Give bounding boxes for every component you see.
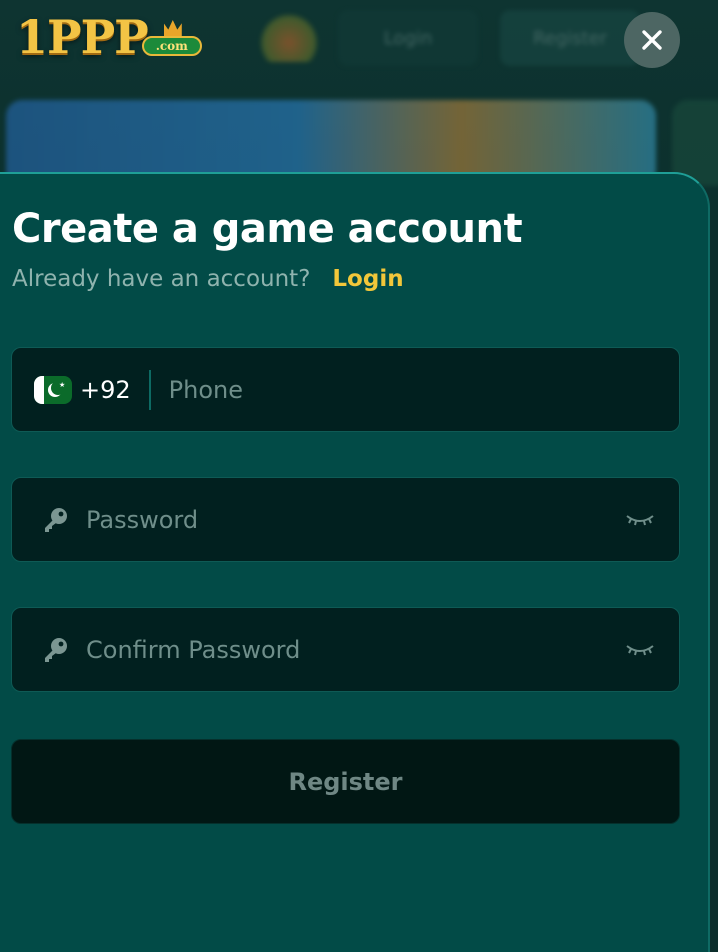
close-button[interactable] (624, 12, 680, 68)
register-button[interactable]: Register (11, 739, 680, 824)
close-icon (642, 30, 662, 50)
dialog-title: Create a game account (12, 206, 523, 252)
eye-closed-icon[interactable] (625, 510, 655, 530)
key-icon (40, 634, 72, 666)
phone-field: ★ +92 (11, 347, 680, 432)
eye-closed-icon[interactable] (625, 640, 655, 660)
register-page: 1PPP .com Login Register Create a game a… (0, 0, 718, 952)
login-prompt-text: Already have an account? (12, 266, 311, 292)
header-login-button: Login (338, 10, 478, 66)
login-prompt: Already have an account? Login (12, 266, 404, 292)
gift-icon (258, 14, 320, 62)
register-sheet: Create a game account Already have an ac… (0, 172, 710, 952)
pakistan-flag-icon[interactable]: ★ (34, 375, 72, 404)
site-logo: 1PPP .com (16, 8, 202, 66)
confirm-password-field (11, 607, 680, 692)
crown-icon (163, 20, 182, 36)
phone-input[interactable] (168, 348, 679, 431)
password-input[interactable] (86, 478, 625, 561)
password-field (11, 477, 680, 562)
header-register-button: Register (500, 10, 640, 66)
logo-text: 1PPP (16, 10, 149, 64)
login-link[interactable]: Login (332, 266, 403, 292)
logo-badge-text: .com (141, 36, 202, 56)
field-divider (148, 369, 151, 410)
key-icon (40, 504, 72, 536)
confirm-password-input[interactable] (86, 608, 625, 691)
logo-badge: .com (141, 20, 202, 60)
dial-code[interactable]: +92 (80, 376, 131, 404)
